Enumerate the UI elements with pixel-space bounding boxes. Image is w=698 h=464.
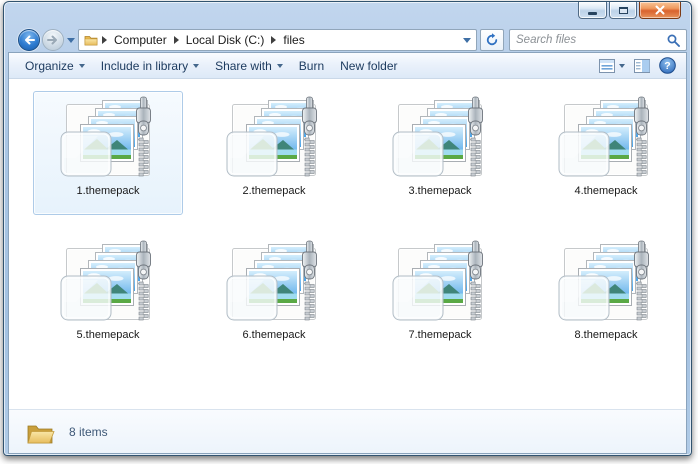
refresh-icon [485, 33, 499, 47]
file-item[interactable]: 5.themepack [33, 235, 183, 359]
file-item[interactable]: 1.themepack [33, 91, 183, 215]
new-folder-label: New folder [340, 59, 397, 73]
file-name: 6.themepack [243, 329, 306, 341]
organize-label: Organize [25, 59, 74, 73]
chevron-down-icon [193, 64, 199, 68]
themepack-icon [392, 96, 488, 182]
back-button[interactable] [18, 29, 40, 51]
file-item[interactable]: 3.themepack [365, 91, 515, 215]
new-folder-button[interactable]: New folder [332, 56, 405, 76]
folder-icon [84, 34, 98, 46]
search-box[interactable]: Search files [509, 29, 687, 51]
address-bar[interactable]: Computer Local Disk (C:) files [78, 29, 477, 51]
details-pane: 8 items [9, 409, 686, 453]
back-arrow-icon [23, 35, 35, 45]
folder-icon [25, 419, 55, 445]
close-icon [655, 5, 665, 15]
breadcrumb-item-computer[interactable]: Computer [111, 31, 170, 49]
chevron-down-icon [277, 64, 283, 68]
breadcrumb-item-files[interactable]: files [280, 31, 307, 49]
recent-pages-dropdown-icon[interactable] [67, 38, 75, 43]
window-controls [576, 2, 681, 19]
svg-text:?: ? [664, 60, 670, 72]
breadcrumb-arrow-icon[interactable] [102, 36, 107, 44]
chevron-down-icon [79, 64, 85, 68]
item-count: 8 items [69, 425, 108, 439]
explorer-window: Computer Local Disk (C:) files Search fi… [3, 1, 692, 456]
file-name: 1.themepack [77, 185, 140, 197]
navigation-bar: Computer Local Disk (C:) files Search fi… [8, 28, 687, 52]
file-item[interactable]: 6.themepack [199, 235, 349, 359]
file-item[interactable]: 8.themepack [531, 235, 681, 359]
file-name: 4.themepack [575, 185, 638, 197]
file-item[interactable]: 2.themepack [199, 91, 349, 215]
minimize-button[interactable] [578, 2, 607, 19]
share-with-label: Share with [215, 59, 272, 73]
help-icon: ? [659, 57, 676, 74]
forward-button[interactable] [42, 29, 64, 51]
burn-label: Burn [299, 59, 324, 73]
preview-pane-icon [634, 59, 650, 73]
file-name: 5.themepack [77, 329, 140, 341]
themepack-icon [226, 96, 322, 182]
change-view-button[interactable] [599, 59, 625, 73]
maximize-button[interactable] [609, 2, 637, 19]
search-placeholder: Search files [516, 34, 667, 46]
file-name: 3.themepack [409, 185, 472, 197]
close-button[interactable] [639, 2, 681, 19]
forward-arrow-icon [47, 35, 59, 45]
address-dropdown-icon[interactable] [463, 38, 471, 43]
client-area: Organize Include in library Share with B… [8, 52, 687, 454]
file-name: 7.themepack [409, 329, 472, 341]
share-with-button[interactable]: Share with [207, 56, 291, 76]
themepack-icon [60, 240, 156, 326]
file-name: 8.themepack [575, 329, 638, 341]
breadcrumb-item-local-disk-c[interactable]: Local Disk (C:) [183, 31, 268, 49]
preview-pane-button[interactable] [634, 59, 650, 73]
organize-button[interactable]: Organize [17, 56, 93, 76]
search-icon[interactable] [667, 34, 680, 47]
file-name: 2.themepack [243, 185, 306, 197]
file-list: 1.themepack 2.themepack 3.themepack 4.th… [9, 79, 686, 409]
include-in-library-button[interactable]: Include in library [93, 56, 207, 76]
titlebar[interactable] [4, 2, 691, 27]
include-in-library-label: Include in library [101, 59, 188, 73]
burn-button[interactable]: Burn [291, 56, 332, 76]
file-item[interactable]: 7.themepack [365, 235, 515, 359]
help-button[interactable]: ? [659, 57, 676, 74]
views-icon [599, 59, 615, 73]
toolbar-right-icons: ? [599, 57, 678, 74]
maximize-icon [619, 7, 628, 14]
chevron-down-icon[interactable] [619, 64, 625, 68]
breadcrumb-arrow-icon[interactable] [174, 36, 179, 44]
breadcrumb-arrow-icon[interactable] [271, 36, 276, 44]
themepack-icon [558, 240, 654, 326]
minimize-icon [588, 12, 597, 15]
themepack-icon [226, 240, 322, 326]
file-item[interactable]: 4.themepack [531, 91, 681, 215]
command-toolbar: Organize Include in library Share with B… [9, 53, 686, 79]
refresh-button[interactable] [480, 29, 504, 51]
themepack-icon [558, 96, 654, 182]
themepack-icon [60, 96, 156, 182]
themepack-icon [392, 240, 488, 326]
